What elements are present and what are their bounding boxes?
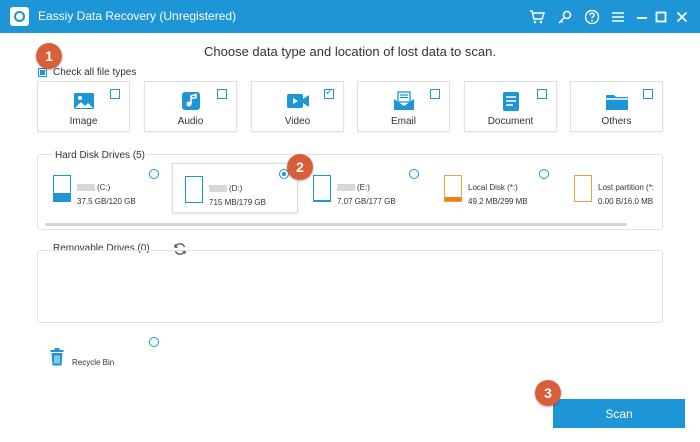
drive-icon: [444, 175, 462, 202]
app-logo-icon: [10, 7, 29, 26]
title-bar: Eassiy Data Recovery (Unregistered): [0, 0, 700, 33]
file-type-checkbox[interactable]: [430, 89, 440, 99]
file-type-others[interactable]: Others: [570, 81, 663, 132]
file-type-email[interactable]: Email: [357, 81, 450, 132]
file-type-audio[interactable]: Audio: [144, 81, 237, 132]
file-type-label: Document: [487, 116, 534, 127]
drive-size: 49.2 MB/299 MB: [468, 197, 528, 206]
file-type-label: Video: [284, 116, 311, 127]
drive-name: Local Disk (*:): [468, 183, 518, 192]
file-type-checkbox[interactable]: [643, 89, 653, 99]
file-type-checkbox[interactable]: [537, 89, 547, 99]
drive-name: (E:): [337, 183, 370, 192]
drive-size: 715 MB/179 GB: [209, 198, 266, 207]
video-icon: [286, 90, 310, 112]
file-type-image[interactable]: Image: [37, 81, 130, 132]
file-type-checkbox[interactable]: [217, 89, 227, 99]
hard-disk-label: Hard Disk Drives (5): [53, 150, 148, 161]
minimize-icon[interactable]: [632, 7, 652, 27]
drive-c-radio[interactable]: [149, 169, 159, 179]
key-icon[interactable]: [555, 7, 575, 27]
drive-icon: [53, 175, 71, 202]
image-icon: [72, 90, 96, 112]
file-type-checkbox[interactable]: [110, 89, 120, 99]
page-title: Choose data type and location of lost da…: [204, 44, 496, 59]
scan-button[interactable]: Scan: [553, 399, 685, 428]
recycle-bin-label: Recycle Bin: [72, 358, 115, 367]
check-all-file-types[interactable]: Check all file types: [38, 67, 136, 78]
drive-name: (C:): [77, 183, 110, 192]
drive-e-radio[interactable]: [409, 169, 419, 179]
check-all-label: Check all file types: [53, 67, 137, 78]
drive-c[interactable]: (C:) 37.5 GB/120 GB: [45, 163, 163, 213]
drive-icon: [185, 176, 203, 203]
step-badge-3: 3: [535, 380, 561, 406]
drive-size: 0.00 B/16.0 MB: [598, 197, 654, 206]
drive-name: Lost partition (*:: [598, 183, 655, 192]
file-type-video[interactable]: Video: [251, 81, 344, 132]
drive-e[interactable]: (E:) 7.07 GB/177 GB: [305, 163, 423, 213]
removable-drives-panel: [37, 250, 663, 323]
recycle-bin-icon[interactable]: [50, 348, 64, 366]
check-all-checkbox[interactable]: [38, 68, 47, 77]
drive-icon: [574, 175, 592, 202]
drive-icon: [313, 175, 331, 202]
audio-icon: [179, 90, 203, 112]
drive-local-disk[interactable]: Local Disk (*:) 49.2 MB/299 MB: [436, 163, 554, 213]
step-badge-1: 1: [36, 43, 62, 69]
drive-name: (D:): [209, 184, 242, 193]
drive-local-disk-radio[interactable]: [539, 169, 549, 179]
step-badge-2: 2: [287, 154, 313, 180]
drive-lost-partition[interactable]: Lost partition (*: 0.00 B/16.0 MB: [566, 163, 662, 213]
file-type-label: Image: [69, 116, 98, 127]
file-type-document[interactable]: Document: [464, 81, 557, 132]
folder-icon: [605, 90, 629, 112]
close-icon[interactable]: [672, 7, 692, 27]
window-title: Eassiy Data Recovery (Unregistered): [38, 9, 237, 23]
drive-size: 7.07 GB/177 GB: [337, 197, 396, 206]
menu-icon[interactable]: [608, 7, 628, 27]
file-type-label: Audio: [177, 116, 204, 127]
drive-size: 37.5 GB/120 GB: [77, 197, 136, 206]
file-type-label: Others: [601, 116, 632, 127]
recycle-bin-radio[interactable]: [149, 337, 159, 347]
file-type-label: Email: [390, 116, 416, 127]
document-icon: [499, 90, 523, 112]
file-type-checkbox[interactable]: [324, 87, 334, 99]
email-icon: [392, 90, 416, 112]
maximize-icon[interactable]: [651, 7, 671, 27]
help-icon[interactable]: [582, 7, 602, 27]
horizontal-scrollbar[interactable]: [45, 223, 627, 226]
cart-icon[interactable]: [527, 7, 547, 27]
